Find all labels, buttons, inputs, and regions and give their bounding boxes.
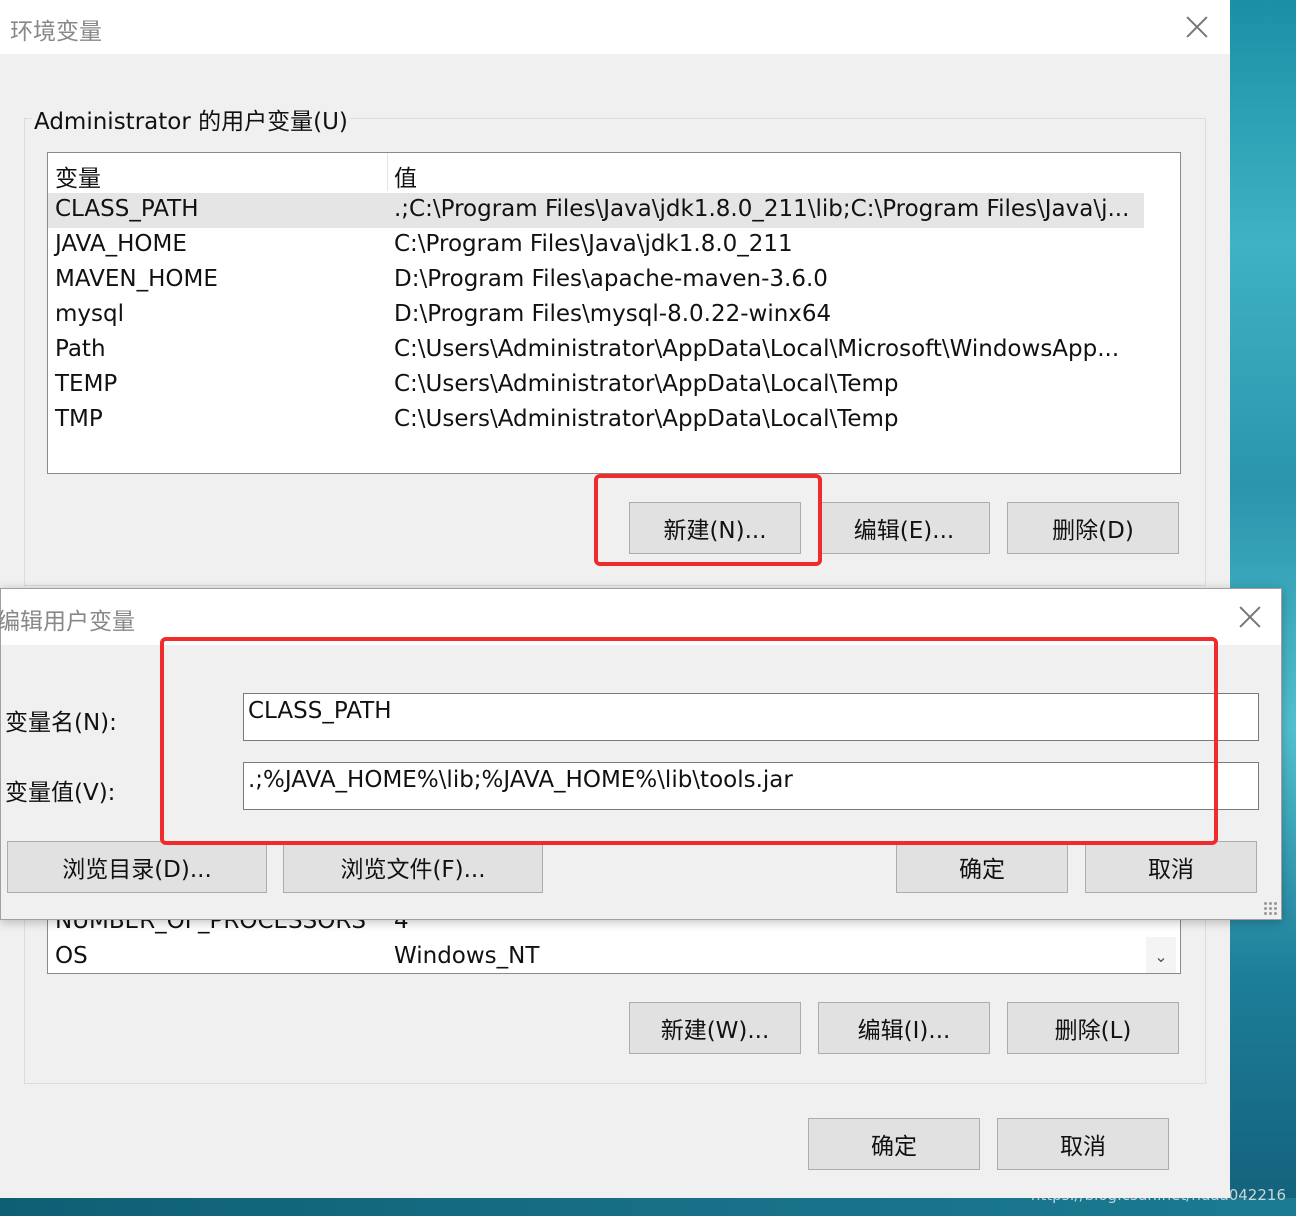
delete-system-var-button[interactable]: 删除(L)	[1007, 1002, 1179, 1054]
column-header-value[interactable]: 值	[394, 159, 417, 193]
var-value: C:\Users\Administrator\AppData\Local\Tem…	[394, 406, 899, 432]
var-value: C:\Program Files\Java\jdk1.8.0_211	[394, 231, 793, 257]
new-system-var-button[interactable]: 新建(W)...	[629, 1002, 801, 1054]
edit-user-var-button[interactable]: 编辑(E)...	[818, 502, 990, 554]
var-name: TMP	[55, 406, 103, 432]
close-icon[interactable]	[1186, 16, 1208, 38]
delete-user-var-button[interactable]: 删除(D)	[1007, 502, 1179, 554]
list-header: 变量 值	[48, 153, 1148, 193]
window-title: 环境变量	[10, 19, 102, 45]
ok-button[interactable]: 确定	[808, 1118, 980, 1170]
resize-grip-icon[interactable]	[1263, 901, 1279, 917]
var-value: D:\Program Files\apache-maven-3.6.0	[394, 266, 828, 292]
cancel-button[interactable]: 取消	[997, 1118, 1169, 1170]
var-name: OS	[55, 943, 88, 969]
user-vars-list[interactable]: 变量 值 CLASS_PATH .;C:\Program Files\Java\…	[47, 152, 1181, 474]
var-value: Windows_NT	[394, 943, 540, 969]
var-value: C:\Users\Administrator\AppData\Local\Mic…	[394, 336, 1120, 362]
list-item[interactable]: OS Windows_NT	[48, 940, 1144, 973]
user-vars-group-label: Administrator 的用户变量(U)	[32, 102, 350, 136]
edit-system-var-button[interactable]: 编辑(I)...	[818, 1002, 990, 1054]
dialog-titlebar: 编辑用户变量	[0, 589, 1281, 645]
scroll-down-icon[interactable]: ⌄	[1146, 937, 1176, 973]
var-name: CLASS_PATH	[55, 196, 199, 222]
list-item[interactable]: Path C:\Users\Administrator\AppData\Loca…	[48, 333, 1144, 368]
var-value: .;C:\Program Files\Java\jdk1.8.0_211\lib…	[394, 196, 1130, 222]
list-item[interactable]: MAVEN_HOME D:\Program Files\apache-maven…	[48, 263, 1144, 298]
column-header-variable[interactable]: 变量	[55, 159, 101, 193]
variable-name-label: 变量名(N):	[5, 710, 117, 736]
edit-user-variable-dialog: 编辑用户变量 变量名(N): CLASS_PATH 变量值(V): .;%JAV…	[0, 588, 1282, 920]
close-icon[interactable]	[1239, 606, 1261, 628]
dialog-ok-button[interactable]: 确定	[896, 841, 1068, 893]
var-name: MAVEN_HOME	[55, 266, 218, 292]
list-item[interactable]: JAVA_HOME C:\Program Files\Java\jdk1.8.0…	[48, 228, 1144, 263]
list-item[interactable]: CLASS_PATH .;C:\Program Files\Java\jdk1.…	[48, 193, 1144, 228]
variable-name-input[interactable]: CLASS_PATH	[243, 693, 1259, 741]
new-user-var-button[interactable]: 新建(N)...	[629, 502, 801, 554]
browse-file-button[interactable]: 浏览文件(F)...	[283, 841, 543, 893]
var-name: Path	[55, 336, 106, 362]
var-value: C:\Users\Administrator\AppData\Local\Tem…	[394, 371, 899, 397]
dialog-title: 编辑用户变量	[0, 609, 135, 635]
column-divider[interactable]	[387, 153, 388, 191]
browse-directory-button[interactable]: 浏览目录(D)...	[7, 841, 267, 893]
variable-value-input[interactable]: .;%JAVA_HOME%\lib;%JAVA_HOME%\lib\tools.…	[243, 762, 1259, 810]
window-titlebar: 环境变量	[0, 0, 1230, 54]
var-value: D:\Program Files\mysql-8.0.22-winx64	[394, 301, 832, 327]
var-name: TEMP	[55, 371, 118, 397]
list-item[interactable]: TMP C:\Users\Administrator\AppData\Local…	[48, 403, 1144, 438]
variable-value-label: 变量值(V):	[5, 780, 116, 806]
var-name: mysql	[55, 301, 124, 327]
dialog-cancel-button[interactable]: 取消	[1085, 841, 1257, 893]
var-name: JAVA_HOME	[55, 231, 187, 257]
list-item[interactable]: TEMP C:\Users\Administrator\AppData\Loca…	[48, 368, 1144, 403]
list-item[interactable]: mysql D:\Program Files\mysql-8.0.22-winx…	[48, 298, 1144, 333]
